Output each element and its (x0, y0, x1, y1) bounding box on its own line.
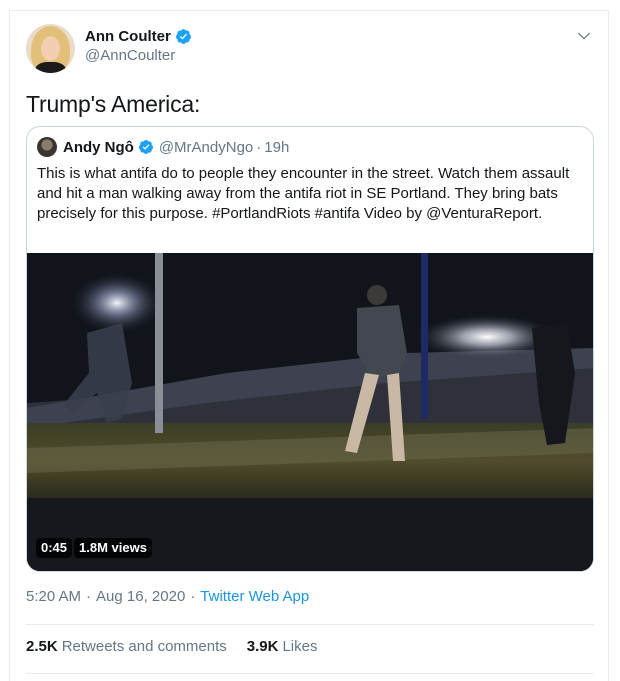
quoted-author-display-name[interactable]: Andy Ngô (63, 139, 134, 156)
tweet-stats: 2.5K Retweets and comments 3.9K Likes (26, 638, 337, 655)
likes-stat[interactable]: 3.9K Likes (247, 638, 318, 655)
quoted-timestamp[interactable]: 19h (264, 139, 289, 156)
likes-count: 3.9K (246, 638, 279, 655)
tweet-text: Trump's America: (26, 91, 201, 117)
separator-dot: · (256, 138, 262, 156)
retweets-count: 2.5K (26, 638, 58, 655)
separator-dot: · (86, 588, 92, 605)
video-badges: 0:45 1.8M views (36, 538, 154, 558)
author-handle[interactable]: @AnnCoulter (85, 47, 192, 64)
tweet-author[interactable]: Ann Coulter @AnnCoulter (26, 24, 192, 73)
author-display-name-row[interactable]: Ann Coulter (85, 26, 192, 46)
quoted-tweet-text: This is what antifa do to people they en… (37, 165, 570, 222)
tweet-time[interactable]: 5:20 AM (26, 588, 81, 605)
quoted-author-handle[interactable]: @MrAndyNgo (159, 139, 253, 156)
likes-label: Likes (282, 638, 318, 655)
divider (26, 624, 594, 625)
tweet-meta: 5:20 AM · Aug 16, 2020 · Twitter Web App (26, 588, 309, 605)
retweets-label: Retweets and comments (61, 638, 227, 655)
quoted-author-avatar[interactable] (37, 137, 57, 157)
author-display-name[interactable]: Ann Coulter (85, 28, 171, 45)
divider (26, 673, 594, 674)
tweet-source-link[interactable]: Twitter Web App (200, 588, 309, 605)
separator-dot: · (190, 588, 196, 605)
video-frame (27, 253, 593, 571)
video-duration: 0:45 (36, 538, 73, 558)
verified-badge-icon (138, 140, 153, 154)
tweet-card: Ann Coulter @AnnCoulter Trump's America:… (9, 10, 609, 681)
quoted-tweet-header: Andy Ngô @MrAndyNgo · 19h (37, 137, 289, 157)
video-player[interactable]: 0:45 1.8M views (27, 253, 593, 571)
chevron-down-icon[interactable] (576, 28, 592, 44)
tweet-date[interactable]: Aug 16, 2020 (96, 588, 185, 605)
video-views: 1.8M views (74, 538, 152, 558)
author-names: Ann Coulter @AnnCoulter (85, 26, 192, 73)
verified-badge-icon (175, 28, 191, 44)
author-avatar[interactable] (26, 24, 75, 73)
quoted-tweet[interactable]: Andy Ngô @MrAndyNgo · 19h This is what a… (26, 126, 594, 572)
retweets-stat[interactable]: 2.5K Retweets and comments (26, 638, 227, 655)
